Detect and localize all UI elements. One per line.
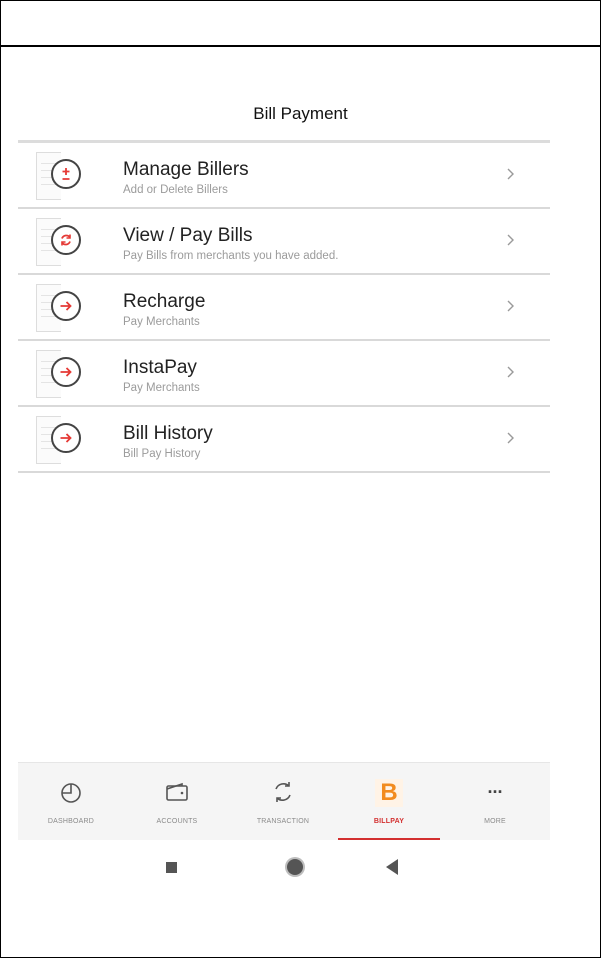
home-icon[interactable] (287, 859, 303, 875)
billpay-icon: B (375, 779, 403, 807)
top-bar (0, 0, 601, 47)
menu-item-title: Recharge (123, 291, 206, 312)
menu-item-instapay[interactable]: InstaPay Pay Merchants (18, 341, 550, 407)
bill-payment-menu: Manage Billers Add or Delete Billers Vie… (18, 140, 550, 473)
system-nav-bar (18, 840, 550, 888)
menu-item-title: InstaPay (123, 357, 197, 378)
tab-more[interactable]: ... MORE (442, 763, 548, 841)
plus-minus-icon (51, 159, 81, 189)
menu-item-title: Bill History (123, 423, 213, 444)
tab-accounts[interactable]: ACCOUNTS (124, 763, 230, 841)
dashboard-icon (61, 783, 81, 803)
menu-item-subtitle: Add or Delete Billers (123, 184, 228, 196)
transfer-icon (275, 782, 291, 802)
menu-item-title: View / Pay Bills (123, 225, 253, 246)
bottom-tab-bar: DASHBOARD ACCOUNTS TRANSACTION B BILLPAY… (18, 762, 550, 841)
chevron-right-icon (507, 234, 514, 246)
back-icon[interactable] (386, 859, 398, 875)
menu-item-bill-history[interactable]: Bill History Bill Pay History (18, 407, 550, 473)
tab-billpay[interactable]: B BILLPAY (336, 763, 442, 841)
chevron-right-icon (507, 300, 514, 312)
chevron-right-icon (507, 366, 514, 378)
wallet-icon (166, 782, 188, 801)
menu-item-subtitle: Pay Bills from merchants you have added. (123, 250, 339, 262)
tab-dashboard[interactable]: DASHBOARD (18, 763, 124, 841)
tab-label: MORE (484, 818, 506, 825)
tab-label: BILLPAY (373, 818, 405, 825)
tab-label: ACCOUNTS (156, 818, 198, 825)
chevron-right-icon (507, 432, 514, 444)
more-icon: ... (487, 777, 503, 797)
tab-transaction[interactable]: TRANSACTION (230, 763, 336, 841)
chevron-right-icon (507, 168, 514, 180)
arrow-right-icon (51, 357, 81, 387)
arrow-right-icon (51, 423, 81, 453)
menu-item-subtitle: Bill Pay History (123, 448, 201, 460)
menu-item-subtitle: Pay Merchants (123, 316, 200, 328)
menu-item-manage-billers[interactable]: Manage Billers Add or Delete Billers (18, 143, 550, 209)
tab-label: DASHBOARD (47, 818, 95, 825)
menu-item-title: Manage Billers (123, 159, 249, 180)
menu-item-recharge[interactable]: Recharge Pay Merchants (18, 275, 550, 341)
arrow-right-icon (51, 291, 81, 321)
menu-item-subtitle: Pay Merchants (123, 382, 200, 394)
refresh-icon (51, 225, 81, 255)
tab-label: TRANSACTION (256, 818, 310, 825)
recent-apps-icon[interactable] (166, 862, 177, 873)
menu-item-view-pay-bills[interactable]: View / Pay Bills Pay Bills from merchant… (18, 209, 550, 275)
page-title: Bill Payment (253, 104, 348, 123)
